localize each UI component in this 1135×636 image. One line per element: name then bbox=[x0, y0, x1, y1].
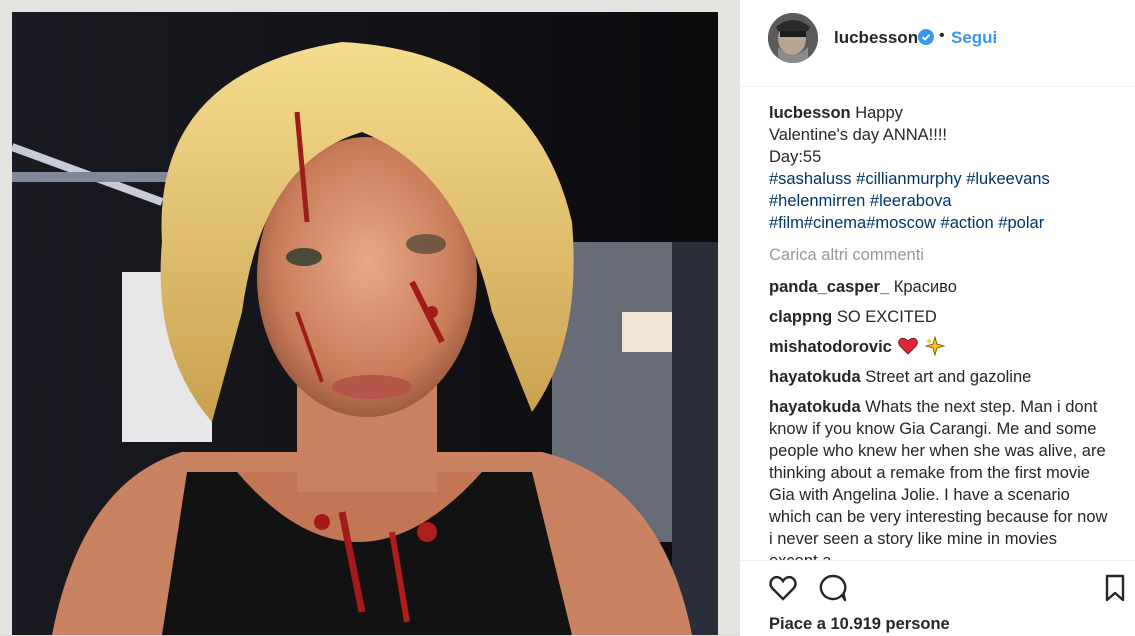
portrait-image bbox=[12, 12, 718, 635]
post-photo[interactable] bbox=[12, 12, 718, 635]
comment-username[interactable]: hayatokuda bbox=[769, 368, 861, 386]
caption-username[interactable]: lucbesson bbox=[769, 104, 851, 122]
comments-list[interactable]: lucbesson Happy Valentine's day ANNA!!!!… bbox=[769, 102, 1109, 560]
comment-text: SO EXCITED bbox=[836, 308, 937, 326]
comment-text: Whats the next step. Man i dont know if … bbox=[769, 398, 1108, 560]
post-actions-bar: Piace a 10.919 persone bbox=[740, 560, 1135, 636]
comment-item: hayatokuda Whats the next step. Man i do… bbox=[769, 396, 1109, 560]
avatar-photo bbox=[768, 13, 818, 63]
likes-count[interactable]: Piace a 10.919 persone bbox=[769, 615, 950, 634]
hashtag-link[interactable]: #moscow bbox=[866, 214, 936, 232]
hashtag-link[interactable]: #lukeevans bbox=[966, 170, 1049, 188]
hashtag-link[interactable]: #film bbox=[769, 214, 804, 232]
follow-button[interactable]: Segui bbox=[951, 28, 997, 48]
sparkles-emoji bbox=[924, 335, 946, 357]
post-side-panel: lucbesson • Segui lucbesson Happy Valent… bbox=[740, 0, 1135, 636]
hashtag-link[interactable]: #polar bbox=[998, 214, 1044, 232]
bookmark-icon[interactable] bbox=[1100, 573, 1130, 603]
separator-dot: • bbox=[939, 27, 945, 44]
caption-text-line3: Day:55 bbox=[769, 148, 822, 166]
comment-item: panda_casper_ Красиво bbox=[769, 276, 1109, 298]
comment-username[interactable]: panda_casper_ bbox=[769, 278, 889, 296]
comment-item: clappng SO EXCITED bbox=[769, 306, 1109, 328]
comment-text: Красиво bbox=[893, 278, 957, 296]
hashtag-link[interactable]: #helenmirren bbox=[769, 192, 865, 210]
caption-text-line2: Valentine's day ANNA!!!! bbox=[769, 126, 948, 144]
comment-bubble-icon[interactable] bbox=[818, 573, 848, 603]
post-author-username[interactable]: lucbesson bbox=[834, 28, 918, 48]
avatar[interactable] bbox=[768, 13, 818, 63]
comment-username[interactable]: clappng bbox=[769, 308, 832, 326]
post-photo-frame bbox=[0, 0, 740, 635]
hashtag-link[interactable]: #cillianmurphy bbox=[856, 170, 961, 188]
hashtag-link[interactable]: #sashaluss bbox=[769, 170, 852, 188]
post-caption: lucbesson Happy Valentine's day ANNA!!!!… bbox=[769, 102, 1109, 234]
comment-username[interactable]: mishatodorovic bbox=[769, 338, 892, 356]
caption-text-line1: Happy bbox=[855, 104, 903, 122]
comment-text: Street art and gazoline bbox=[865, 368, 1032, 386]
hashtag-link[interactable]: #leerabova bbox=[870, 192, 952, 210]
hashtag-link[interactable]: #action bbox=[941, 214, 994, 232]
post-header: lucbesson • Segui bbox=[740, 0, 1135, 87]
comment-item: hayatokuda Street art and gazoline bbox=[769, 366, 1109, 388]
red-heart-emoji bbox=[898, 337, 919, 355]
comment-username[interactable]: hayatokuda bbox=[769, 398, 861, 416]
comment-item: mishatodorovic bbox=[769, 335, 1109, 358]
load-more-comments-button[interactable]: Carica altri commenti bbox=[769, 244, 1109, 266]
hashtag-link[interactable]: #cinema bbox=[804, 214, 866, 232]
heart-outline-icon[interactable] bbox=[768, 573, 798, 603]
verified-badge-icon bbox=[918, 29, 934, 45]
